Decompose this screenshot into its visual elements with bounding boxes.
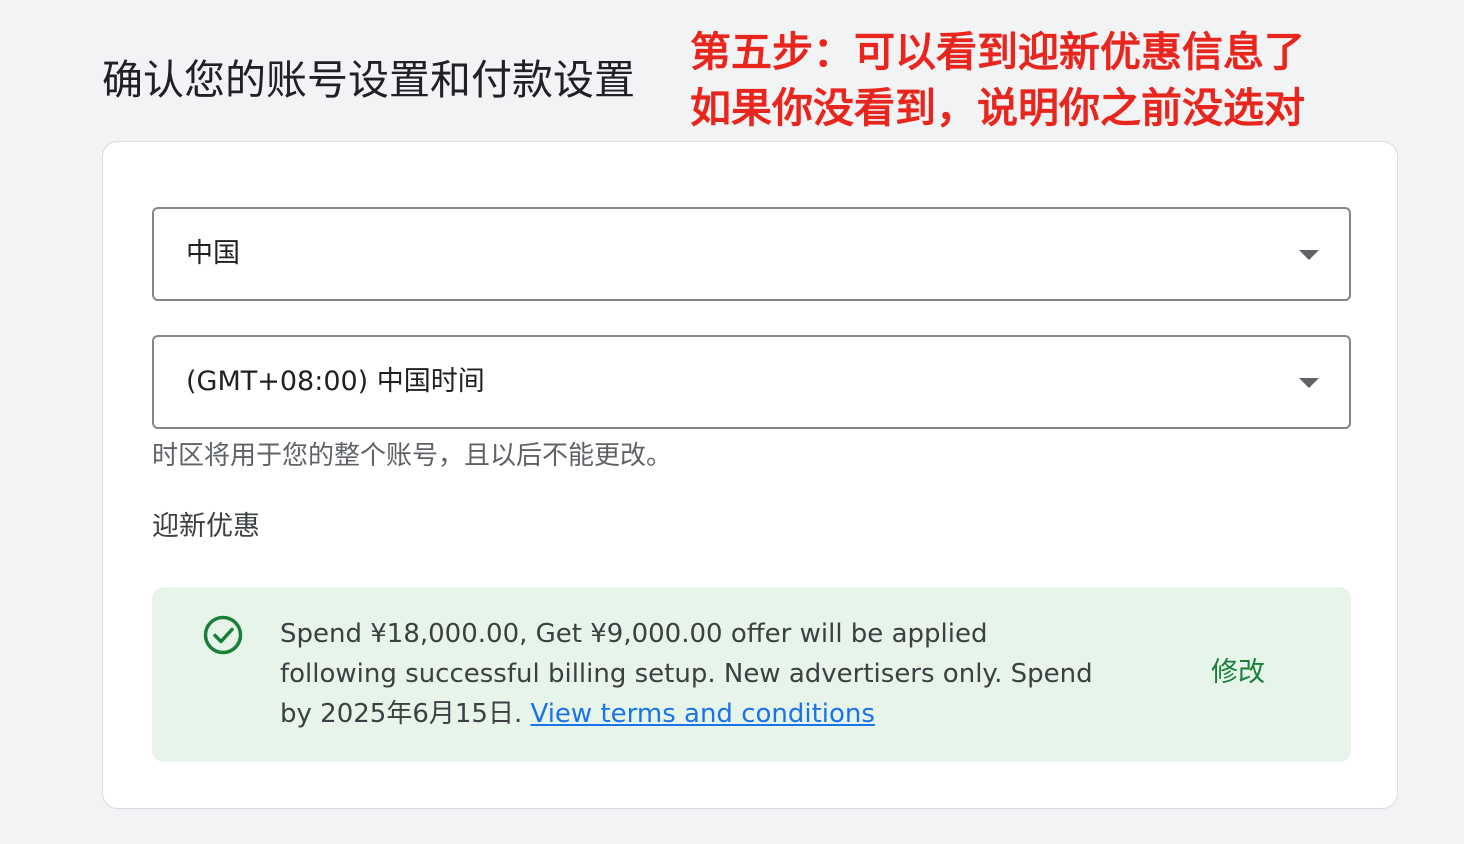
check-circle-icon bbox=[203, 615, 243, 655]
terms-link[interactable]: View terms and conditions bbox=[530, 699, 874, 729]
country-select[interactable]: 中国 bbox=[152, 207, 1351, 301]
step-annotation: 第五步：可以看到迎新优惠信息了 如果你没看到，说明你之前没选对 bbox=[690, 24, 1410, 136]
annotation-line-1: 第五步：可以看到迎新优惠信息了 bbox=[690, 28, 1305, 76]
country-select-value: 中国 bbox=[186, 238, 240, 269]
timezone-helper-text: 时区将用于您的整个账号，且以后不能更改。 bbox=[152, 441, 673, 471]
settings-card: 中国 (GMT+08:00) 中国时间 时区将用于您的整个账号，且以后不能更改。… bbox=[102, 141, 1398, 809]
promotion-offer-banner: Spend ¥18,000.00, Get ¥9,000.00 offer wi… bbox=[152, 587, 1351, 762]
promotion-section-label: 迎新优惠 bbox=[152, 511, 260, 542]
edit-offer-link[interactable]: 修改 bbox=[1211, 653, 1265, 693]
page-title: 确认您的账号设置和付款设置 bbox=[102, 56, 635, 104]
chevron-down-icon bbox=[1299, 250, 1319, 260]
timezone-select[interactable]: (GMT+08:00) 中国时间 bbox=[152, 335, 1351, 429]
offer-text: Spend ¥18,000.00, Get ¥9,000.00 offer wi… bbox=[280, 614, 1110, 734]
annotation-line-2: 如果你没看到，说明你之前没选对 bbox=[690, 84, 1305, 132]
timezone-select-value: (GMT+08:00) 中国时间 bbox=[186, 366, 485, 397]
chevron-down-icon bbox=[1299, 378, 1319, 388]
